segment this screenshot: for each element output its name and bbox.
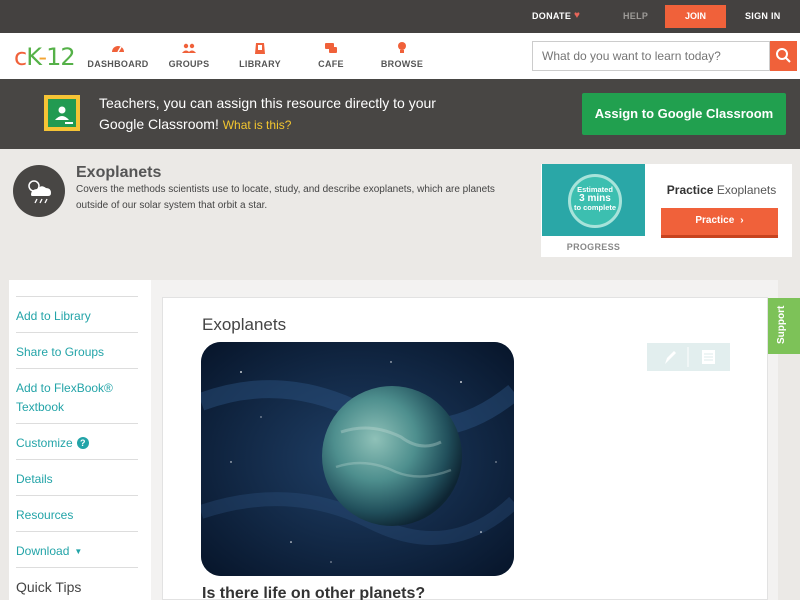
chevron-right-icon: › — [740, 215, 744, 226]
topic-description: Covers the methods scientists use to loc… — [76, 184, 495, 211]
sidebar-item-details[interactable]: Details — [16, 459, 138, 489]
help-icon[interactable]: ? — [76, 437, 89, 449]
logo-dash: - — [38, 43, 47, 71]
content-title: Exoplanets — [202, 315, 287, 334]
google-classroom-icon — [44, 95, 80, 131]
download-label: Download — [16, 544, 70, 558]
logo-num: 12 — [46, 43, 76, 71]
sidebar-item-share-to-groups[interactable]: Share to Groups — [16, 332, 138, 362]
library-icon — [255, 43, 265, 54]
donate-link[interactable]: DONATE — [532, 11, 571, 21]
practice-title: Practice Exoplanets — [651, 183, 792, 197]
cafe-icon — [325, 43, 337, 53]
caret-down-icon: ▼ — [74, 547, 83, 556]
top-bar: DONATE ♥ HELP JOIN SIGN IN — [0, 0, 800, 33]
content-tools — [647, 343, 730, 371]
join-button[interactable]: JOIN — [665, 5, 726, 28]
main-nav: cK-12 DASHBOARD GROUPS LIBRARY CAFE BROW… — [0, 33, 800, 79]
search-icon — [776, 48, 791, 63]
search-button[interactable] — [770, 41, 797, 71]
heart-icon[interactable]: ♥ — [574, 10, 580, 21]
practice-title-rest: Exoplanets — [716, 183, 777, 197]
groups-icon — [182, 43, 196, 53]
content-subheading: Is there life on other planets? — [202, 585, 426, 600]
sidebar-item-download[interactable]: Download ▼ — [16, 531, 138, 561]
nav-browse-label: BROWSE — [380, 59, 424, 69]
nav-browse[interactable]: BROWSE — [367, 41, 437, 69]
exoplanet-image — [201, 342, 514, 576]
sidebar: Add to Library Share to Groups Add to Fl… — [9, 280, 151, 600]
sidebar-item-resources[interactable]: Resources — [16, 495, 138, 525]
help-link[interactable]: HELP — [623, 11, 648, 21]
practice-button-label: Practice — [695, 215, 735, 226]
badge-line3: to complete — [573, 203, 617, 212]
browse-icon — [398, 42, 406, 53]
nav-dashboard[interactable]: DASHBOARD — [83, 41, 153, 69]
weather-icon — [13, 165, 65, 217]
logo-c: c — [14, 43, 27, 71]
nav-dashboard-label: DASHBOARD — [87, 59, 149, 69]
notes-icon[interactable] — [702, 350, 715, 364]
practice-card: Estimated 3 mins to complete PROGRESS Pr… — [541, 164, 792, 257]
nav-cafe-label: CAFE — [318, 59, 344, 69]
assign-to-google-classroom-button[interactable]: Assign to Google Classroom — [582, 93, 786, 135]
sign-in-link[interactable]: SIGN IN — [745, 11, 781, 21]
estimated-time-badge: Estimated 3 mins to complete — [568, 174, 622, 228]
nav-groups[interactable]: GROUPS — [154, 41, 224, 69]
dashboard-icon — [112, 46, 124, 53]
practice-progress-image: Estimated 3 mins to complete — [542, 164, 645, 236]
banner-text: Teachers, you can assign this resource d… — [99, 93, 469, 136]
what-is-this-link[interactable]: What is this? — [223, 118, 292, 132]
sidebar-item-quick-tips[interactable]: Quick Tips — [16, 567, 138, 597]
practice-title-bold: Practice — [666, 183, 714, 197]
support-tab[interactable]: Support — [768, 298, 800, 354]
pencil-icon[interactable] — [665, 351, 676, 364]
nav-library-label: LIBRARY — [239, 59, 281, 69]
customize-label: Customize — [16, 436, 73, 450]
nav-cafe[interactable]: CAFE — [296, 41, 366, 69]
ck12-logo[interactable]: cK-12 — [14, 43, 76, 71]
sidebar-item-add-to-library[interactable]: Add to Library — [16, 296, 138, 326]
sidebar-item-add-to-flexbook[interactable]: Add to FlexBook® Textbook — [16, 368, 138, 417]
sidebar-item-customize[interactable]: Customize? — [16, 423, 138, 453]
topic-title: Exoplanets — [76, 164, 162, 181]
logo-k: K — [26, 43, 39, 71]
google-classroom-banner: Teachers, you can assign this resource d… — [0, 79, 800, 149]
practice-button[interactable]: Practice › — [661, 208, 778, 238]
support-label: Support — [776, 305, 787, 344]
progress-label: PROGRESS — [566, 242, 621, 252]
nav-groups-label: GROUPS — [168, 59, 210, 69]
search-input[interactable] — [532, 41, 770, 71]
nav-library[interactable]: LIBRARY — [225, 41, 295, 69]
